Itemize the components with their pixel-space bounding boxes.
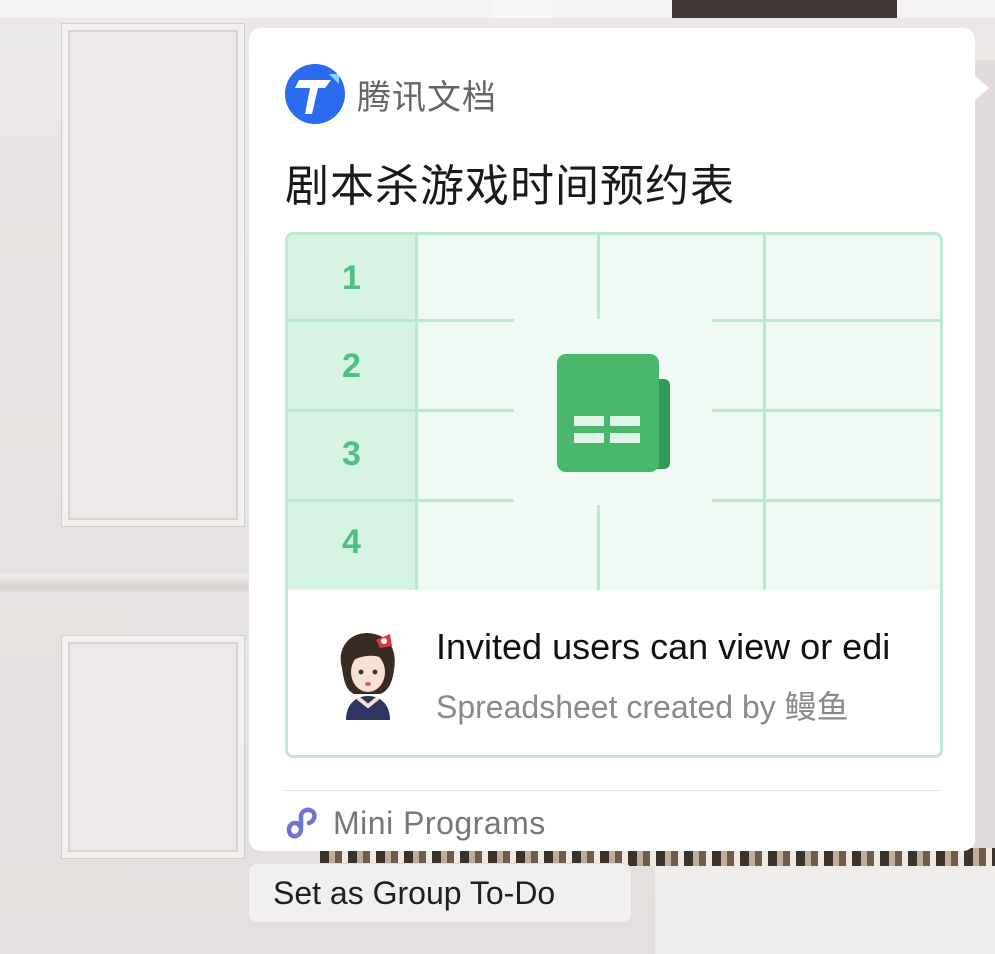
grid-line [712,409,940,412]
grid-line [712,499,940,502]
mini-programs-footer: Mini Programs [285,800,546,846]
creator-avatar [328,628,406,720]
tencent-docs-logo-icon [285,64,345,124]
card-divider [285,790,939,791]
app-header: 腾讯文档 [285,64,497,124]
grid-line [288,319,514,322]
background-top-dark [672,0,897,18]
doc-permission-text: Invited users can view or edi [436,626,891,667]
row-number: 4 [342,523,361,561]
shared-doc-card[interactable]: 腾讯文档 剧本杀游戏时间预约表 1 2 3 4 Invited users ca… [249,28,975,851]
app-name: 腾讯文档 [357,78,497,117]
spreadsheet-icon [554,351,674,473]
row-number: 2 [342,347,361,385]
background-top-highlight [492,0,552,18]
grid-line [597,505,600,590]
doc-title: 剧本杀游戏时间预约表 [285,162,735,211]
grid-line [763,235,766,590]
sheet-grid-preview: 1 2 3 4 [288,235,940,590]
wall-panel [62,636,244,858]
row-number: 1 [342,259,361,297]
row-number: 3 [342,435,361,473]
background-bottom-right [655,866,995,954]
wall-molding [0,574,250,594]
set-group-todo-label: Set as Group To-Do [273,874,556,911]
grid-line [288,409,514,412]
mini-programs-icon [285,805,321,841]
grid-line [288,499,514,502]
doc-info: Invited users can view or edi Spreadshee… [288,590,940,755]
mini-programs-label: Mini Programs [333,804,546,841]
grid-line [712,319,940,322]
doc-creator-text: Spreadsheet created by 鳗鱼 [436,689,849,725]
background-right-edge [975,60,995,860]
set-group-todo-button[interactable]: Set as Group To-Do [249,864,631,922]
bubble-arrow [975,76,989,100]
doc-preview[interactable]: 1 2 3 4 Invited users can view or edi Sp… [285,232,943,758]
grid-line [597,235,600,319]
wall-panel [62,24,244,526]
